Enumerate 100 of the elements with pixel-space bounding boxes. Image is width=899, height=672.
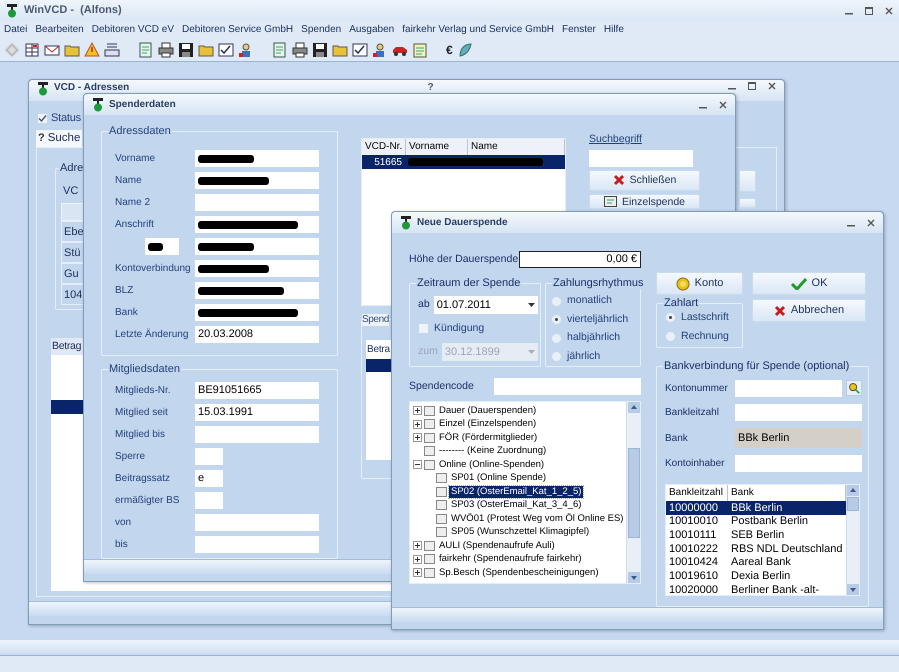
menu-item[interactable]: fairkehr Verlag und Service GmbH: [402, 22, 554, 37]
close-icon[interactable]: [867, 218, 875, 226]
expand-icon[interactable]: [413, 568, 422, 578]
cancel-button[interactable]: Abbrechen: [752, 299, 866, 322]
table-row[interactable]: 10010111 SEB Berlin: [666, 528, 846, 542]
table-row[interactable]: 10019610 Dexia Berlin: [666, 569, 846, 584]
menu-item[interactable]: Bearbeiten: [35, 22, 84, 37]
text-field[interactable]: [195, 194, 319, 211]
table-icon[interactable]: [24, 42, 40, 58]
warning-icon[interactable]: [84, 42, 100, 58]
text-field[interactable]: [735, 380, 842, 396]
checklist-icon[interactable]: [352, 42, 368, 58]
currency-button[interactable]: €: [446, 40, 453, 58]
radio-label[interactable]: jährlich: [567, 348, 600, 365]
text-field[interactable]: [195, 150, 319, 167]
list-row[interactable]: 51665: [362, 155, 565, 169]
radio-button[interactable]: [551, 296, 562, 307]
text-field[interactable]: [195, 514, 319, 531]
text-field[interactable]: 15.03.1991: [195, 404, 319, 421]
account-button[interactable]: Konto: [656, 272, 743, 295]
scroll-down-icon[interactable]: [847, 584, 859, 595]
table-row[interactable]: 10020000 Berliner Bank -alt-: [666, 583, 846, 597]
table-row[interactable]: 10010010 Postbank Berlin: [666, 514, 846, 528]
text-field[interactable]: [195, 426, 319, 443]
printer-icon[interactable]: [158, 42, 174, 58]
ok-button[interactable]: OK: [752, 272, 866, 295]
tree-item[interactable]: SP02 (OsterEmail_Kat_1_2_5): [449, 486, 584, 498]
tree-item[interactable]: Dauer (Dauerspenden): [437, 404, 538, 417]
expand-icon[interactable]: [413, 406, 422, 416]
radio-label[interactable]: monatlich: [567, 293, 612, 310]
notepad-icon[interactable]: [412, 42, 428, 58]
printer-icon[interactable]: [292, 42, 308, 58]
menu-item[interactable]: Debitoren VCD eV: [92, 22, 174, 37]
lookup-icon[interactable]: [846, 379, 862, 397]
close-icon[interactable]: [885, 6, 893, 14]
text-field[interactable]: [735, 455, 862, 472]
text-field[interactable]: [735, 404, 862, 421]
column-header[interactable]: Name: [468, 139, 565, 155]
radio-label[interactable]: vierteljährlich: [567, 312, 628, 328]
collapse-icon[interactable]: [413, 460, 422, 470]
menu-item[interactable]: Hilfe: [604, 22, 624, 37]
menu-item[interactable]: Datei: [4, 22, 28, 37]
search-field[interactable]: [589, 150, 693, 167]
scroll-thumb[interactable]: [847, 497, 859, 511]
expand-icon[interactable]: [413, 554, 422, 564]
table-row[interactable]: 10000000 BBk Berlin: [666, 501, 846, 515]
text-field[interactable]: [195, 260, 319, 277]
tree-item[interactable]: Einzel (Einzelspenden): [437, 418, 538, 430]
text-field[interactable]: [195, 492, 223, 509]
scrollbar[interactable]: [626, 402, 640, 583]
checkbox[interactable]: [37, 113, 48, 124]
help-button[interactable]: ?: [428, 82, 434, 94]
text-field[interactable]: e: [195, 470, 223, 487]
menu-item[interactable]: Spenden: [301, 22, 342, 37]
checklist-icon[interactable]: [218, 42, 234, 58]
date-dropdown[interactable]: 01.07.2011: [434, 296, 538, 314]
tree-item[interactable]: WVÖ01 (Protest Weg vom Öl Online ES): [449, 512, 626, 525]
radio-button[interactable]: [665, 312, 676, 323]
expand-icon[interactable]: [413, 541, 422, 550]
scrollbar[interactable]: [846, 485, 859, 595]
tab[interactable]: ? Suche: [36, 130, 82, 147]
close-button[interactable]: Schließen: [589, 170, 700, 191]
maximize-icon[interactable]: [748, 82, 756, 90]
expand-icon[interactable]: [413, 420, 422, 429]
scroll-thumb[interactable]: [628, 448, 640, 538]
menu-item[interactable]: Debitoren Service GmbH: [182, 22, 294, 37]
column-header[interactable]: VCD-Nr.: [362, 139, 406, 155]
checkbox-label[interactable]: Kündigung: [434, 320, 484, 336]
maximize-icon[interactable]: [865, 6, 873, 14]
checkbox[interactable]: [418, 323, 429, 334]
tree-item[interactable]: Online (Online-Spenden): [437, 458, 546, 471]
text-field[interactable]: 20.03.2008: [195, 326, 319, 343]
tree-item[interactable]: FÖR (Fördermitglieder): [437, 432, 540, 444]
tray-icon[interactable]: [104, 42, 120, 58]
text-field[interactable]: BE91051665: [195, 382, 319, 399]
document-icon[interactable]: [272, 42, 288, 58]
radio-button[interactable]: [665, 331, 676, 342]
radio-label[interactable]: halbjährlich: [567, 330, 620, 346]
close-icon[interactable]: [719, 100, 727, 108]
text-field[interactable]: [195, 282, 319, 299]
tree-item[interactable]: AULI (Spendenaufrufe Auli): [437, 540, 557, 552]
text-field[interactable]: [195, 216, 319, 233]
scroll-up-icon[interactable]: [847, 485, 859, 496]
expand-icon[interactable]: [413, 433, 422, 442]
tree-item[interactable]: Sp.Besch (Spendenbescheinigungen): [437, 566, 601, 579]
text-field[interactable]: [195, 448, 223, 465]
tree-item[interactable]: fairkehr (Spendenaufrufe fairkehr): [437, 553, 584, 566]
scroll-up-icon[interactable]: [628, 402, 640, 413]
table-row[interactable]: 10010424 Aareal Bank: [666, 556, 846, 570]
table-row[interactable]: 10010222 RBS NDL Deutschland: [666, 542, 846, 556]
text-field[interactable]: [195, 172, 319, 189]
tree-item[interactable]: SP05 (Wunschzettel Klimagipfel): [449, 526, 592, 538]
amount-field[interactable]: 0,00 €: [519, 251, 641, 268]
close-icon[interactable]: [768, 82, 776, 90]
text-field[interactable]: [195, 304, 319, 321]
radio-label[interactable]: Lastschrift: [681, 310, 729, 326]
tree-item[interactable]: -------- (Keine Zuordnung): [437, 445, 548, 458]
single-donation-button[interactable]: Einzelspende: [589, 194, 700, 209]
radio-button[interactable]: [551, 332, 562, 344]
column-header[interactable]: Vorname: [406, 139, 468, 155]
